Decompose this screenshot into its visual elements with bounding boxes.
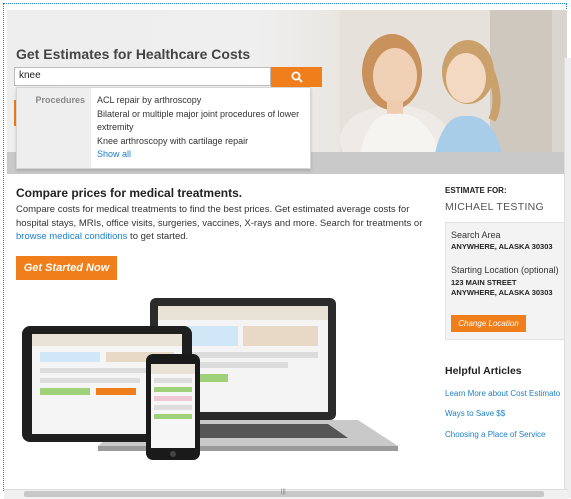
starting-location-title: Starting Location (optional) [451,265,559,275]
devices-illustration [22,298,398,460]
get-started-button[interactable]: Get Started Now [16,256,117,280]
compare-paragraph: Compare costs for medical treatments to … [16,203,436,244]
starting-location-line2: ANYWHERE, ALASKA 30303 [451,288,553,297]
hero-title: Get Estimates for Healthcare Costs [16,46,251,62]
autocomplete-dropdown: Procedures ACL repair by arthroscopy Bil… [16,87,311,169]
helpful-articles-heading: Helpful Articles [445,365,522,377]
estimate-user-name: MICHAEL TESTING [445,201,545,213]
search-button[interactable] [271,67,322,87]
search-area-value: ANYWHERE, ALASKA 30303 [451,242,553,251]
compare-heading: Compare prices for medical treatments. [16,186,243,200]
browse-conditions-link[interactable]: browse medical conditions [16,231,127,242]
article-link[interactable]: Learn More about Cost Estimato [445,389,567,398]
search-input[interactable]: knee [14,67,271,86]
starting-location-line1: 123 MAIN STREET [451,278,517,287]
autocomplete-item[interactable]: ACL repair by arthroscopy [97,94,307,108]
show-all-link[interactable]: Show all [97,148,307,162]
article-link[interactable]: Ways to Save $$ [445,409,567,418]
search-icon [291,71,303,83]
article-link[interactable]: Choosing a Place of Service [445,430,567,439]
compare-text-end: to get started. [127,231,189,242]
scrollbar-grip-icon: ||| [281,489,286,495]
hero-photo [340,10,552,153]
autocomplete-item[interactable]: Bilateral or multiple major joint proced… [97,108,307,135]
vertical-scrollbar[interactable] [564,58,571,498]
compare-text-start: Compare costs for medical treatments to … [16,204,423,229]
change-location-button[interactable]: Change Location [451,315,526,332]
autocomplete-item[interactable]: Knee arthroscopy with cartilage repair [97,135,307,149]
estimate-for-label: ESTIMATE FOR: [445,186,507,195]
search-area-title: Search Area [451,230,501,240]
dropdown-category-label: Procedures [17,88,91,168]
